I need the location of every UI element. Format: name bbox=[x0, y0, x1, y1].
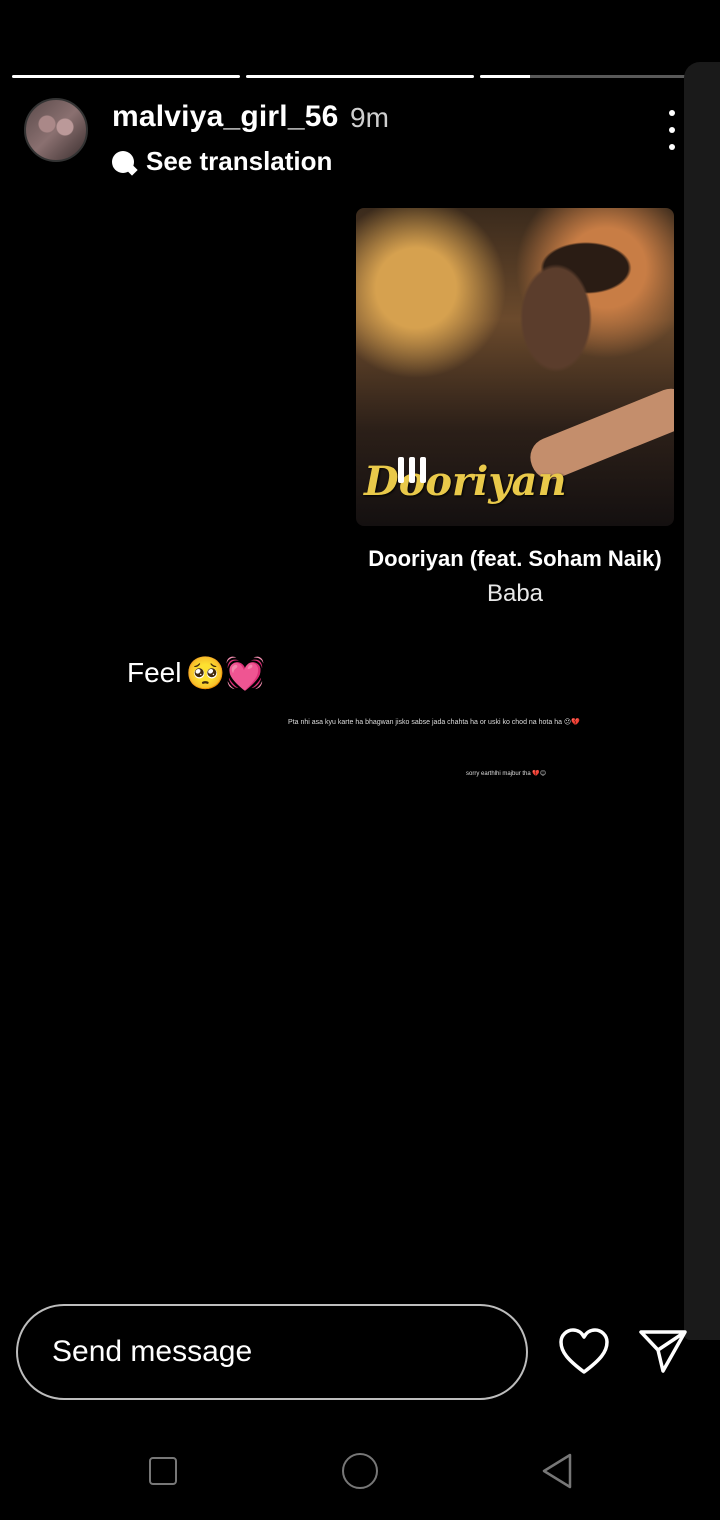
more-options-icon[interactable] bbox=[662, 110, 682, 150]
progress-segment-1 bbox=[12, 75, 240, 78]
pause-icon[interactable] bbox=[398, 457, 430, 483]
home-nav-icon[interactable] bbox=[342, 1453, 378, 1489]
translation-bubble-icon bbox=[112, 150, 134, 173]
progress-segment-3 bbox=[480, 75, 708, 78]
recents-nav-icon[interactable] bbox=[149, 1457, 177, 1485]
paper-plane-icon[interactable] bbox=[638, 1328, 688, 1374]
send-message-field[interactable] bbox=[16, 1304, 528, 1400]
progress-fill-1 bbox=[12, 75, 240, 78]
story-time: 9m bbox=[350, 102, 389, 133]
story-username[interactable]: malviya_girl_56 bbox=[112, 100, 339, 134]
progress-fill-2 bbox=[246, 75, 474, 78]
see-translation-label: See translation bbox=[146, 146, 333, 176]
story-caption: Feel 🥺💓 bbox=[127, 654, 265, 692]
small-caption-1: Pta nhi asa kyu karte ha bhagwan jisko s… bbox=[288, 719, 580, 726]
story-progress bbox=[12, 75, 708, 79]
progress-segment-2 bbox=[246, 75, 474, 78]
song-artist[interactable]: Baba bbox=[356, 580, 674, 608]
song-title[interactable]: Dooriyan (feat. Soham Naik) bbox=[356, 546, 674, 572]
back-nav-icon[interactable] bbox=[540, 1452, 574, 1490]
caption-text: Feel bbox=[127, 657, 182, 688]
send-message-input[interactable] bbox=[50, 1334, 494, 1370]
caption-emojis: 🥺💓 bbox=[185, 655, 266, 691]
progress-fill-3 bbox=[480, 75, 531, 78]
avatar[interactable] bbox=[24, 98, 88, 162]
small-caption-2: sorry earthlhi majbur tha 💔😊 bbox=[466, 771, 547, 777]
cover-title-art: Dooriyan bbox=[364, 458, 567, 505]
see-translation-button[interactable]: See translation bbox=[112, 146, 332, 177]
side-scroll-strip bbox=[684, 62, 720, 1340]
heart-outline-icon[interactable] bbox=[558, 1328, 610, 1376]
